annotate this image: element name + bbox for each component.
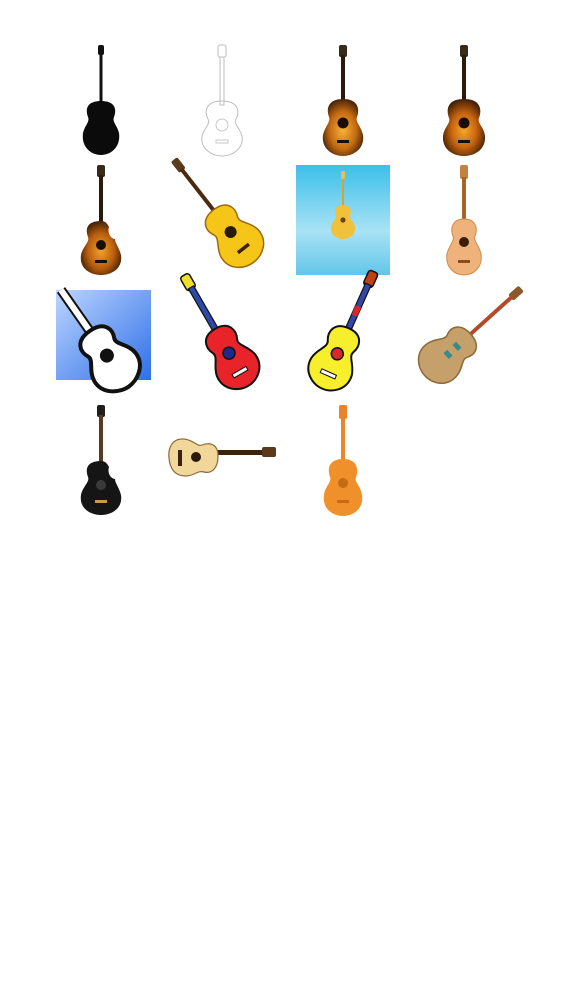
natural-cutaway-guitar-horizontal-icon — [167, 438, 276, 477]
guitar-tile-4[interactable] — [403, 40, 524, 160]
guitar-tile-6[interactable] — [161, 157, 282, 280]
guitar-tile-3[interactable] — [282, 40, 403, 160]
natural-classical-guitar-icon — [445, 164, 482, 276]
wooden-jazz-guitar-icon — [417, 286, 523, 384]
empty-grid-slot — [403, 400, 524, 520]
guitar-tile-8[interactable] — [403, 160, 524, 280]
yellow-acoustic-guitar-icon — [171, 157, 264, 268]
sunburst-dreadnought-guitar-icon — [442, 44, 485, 156]
guitar-tile-1[interactable] — [40, 40, 161, 160]
guitar-tile-5[interactable] — [40, 160, 161, 280]
black-cutaway-acoustic-guitar-icon — [80, 404, 121, 515]
empty-content-area — [0, 530, 563, 1000]
guitar-tile-12[interactable] — [403, 280, 524, 400]
orange-acoustic-guitar-icon — [323, 404, 362, 516]
yellow-cartoon-guitar-icon — [306, 269, 378, 391]
guitar-tile-15[interactable] — [282, 400, 403, 520]
sunburst-cutaway-guitar-icon — [80, 164, 121, 275]
guitar-tile-2[interactable] — [161, 40, 282, 160]
guitar-tile-11[interactable] — [282, 269, 403, 400]
guitar-tile-7[interactable] — [282, 160, 403, 280]
guitar-on-blue-sky-icon — [295, 165, 390, 275]
guitar-image-grid — [40, 40, 524, 520]
red-cartoon-guitar-icon — [179, 272, 260, 390]
outline-sketch-acoustic-guitar-icon — [200, 44, 243, 157]
guitar-tile-13[interactable] — [40, 400, 161, 520]
guitar-tile-14[interactable] — [161, 400, 282, 520]
black-silhouette-acoustic-guitar-icon — [82, 44, 119, 155]
guitar-gallery-page — [0, 0, 563, 1000]
guitar-app-logo-icon — [55, 287, 151, 394]
guitar-tile-9[interactable] — [40, 280, 161, 400]
guitar-tile-10[interactable] — [161, 272, 282, 400]
sunburst-acoustic-guitar-icon — [322, 44, 363, 156]
